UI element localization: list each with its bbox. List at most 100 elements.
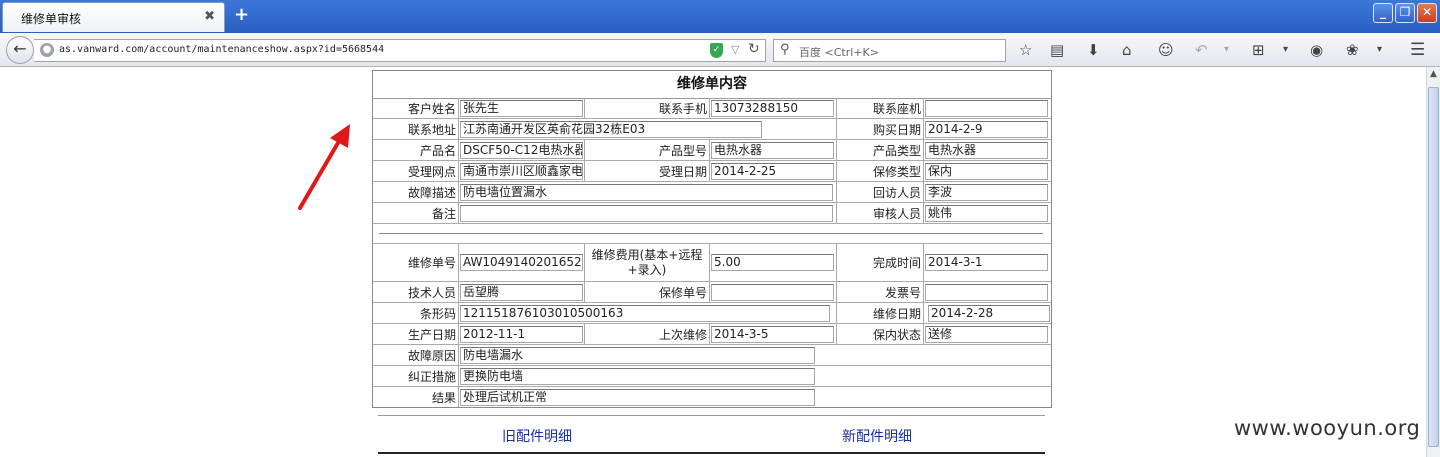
- cell: 李波: [924, 182, 1051, 202]
- cell: [459, 203, 837, 223]
- crop-icon[interactable]: ⊞: [1252, 41, 1265, 59]
- new-parts-link[interactable]: 新配件明细: [842, 426, 912, 446]
- watermark: www.wooyun.org: [1234, 416, 1421, 440]
- cell: 2014-2-9: [924, 119, 1051, 139]
- warranty-type-field[interactable]: 保内: [925, 163, 1048, 180]
- search-box[interactable]: ⚲ 百度 <Ctrl+K>: [773, 39, 1006, 62]
- fault-desc-field[interactable]: 防电墙位置漏水: [460, 184, 833, 201]
- minimize-button[interactable]: _: [1373, 3, 1393, 23]
- url-dropdown-icon[interactable]: ▽: [731, 43, 739, 56]
- label-accept-date: 受理日期: [585, 161, 710, 181]
- bookmarks-list-icon[interactable]: ▤: [1050, 41, 1064, 59]
- form-title: 维修单内容: [373, 71, 1051, 99]
- cell: 2014-3-1: [924, 244, 1051, 281]
- shield-icon[interactable]: ✓: [710, 43, 723, 58]
- form-row: 生产日期 2012-11-1 上次维修 2014-3-5 保内状态 送修: [373, 324, 1051, 345]
- close-window-button[interactable]: ✕: [1417, 3, 1437, 23]
- cell: 防电墙漏水: [459, 345, 1051, 365]
- label-warranty-no: 保修单号: [585, 282, 710, 302]
- label-warranty-status: 保内状态: [837, 324, 924, 344]
- barcode-field[interactable]: 121151876103010500163: [460, 305, 830, 322]
- scroll-thumb[interactable]: [1428, 87, 1439, 447]
- url-text[interactable]: as.vanward.com/account/maintenanceshow.a…: [59, 44, 384, 55]
- cell: 更换防电墙: [459, 366, 1051, 386]
- cell: DSCF50-C12电热水器: [459, 140, 585, 160]
- result-field[interactable]: 处理后试机正常: [460, 389, 815, 406]
- cell: [710, 282, 837, 302]
- browser-tab[interactable]: 维修单审核 ✖: [2, 2, 225, 32]
- new-tab-button[interactable]: +: [234, 5, 249, 25]
- warranty-status-field[interactable]: 送修: [925, 326, 1048, 343]
- auditor-field[interactable]: 姚伟: [925, 205, 1048, 222]
- undo-icon[interactable]: ↶: [1195, 41, 1208, 59]
- remarks-field[interactable]: [460, 205, 833, 222]
- divider: [378, 452, 1045, 454]
- finish-time-field[interactable]: 2014-3-1: [925, 254, 1048, 271]
- invoice-no-field[interactable]: [925, 284, 1048, 301]
- production-date-field[interactable]: 2012-11-1: [460, 326, 583, 343]
- globe-icon: ●: [40, 43, 54, 57]
- maximize-button[interactable]: ❐: [1395, 3, 1415, 23]
- cell: 防电墙位置漏水: [459, 182, 837, 202]
- old-parts-link[interactable]: 旧配件明细: [502, 426, 572, 446]
- label-fault-desc: 故障描述: [373, 182, 459, 202]
- repair-date-field[interactable]: 2014-2-28: [928, 305, 1050, 322]
- repair-no-field[interactable]: AW1049140201652: [460, 254, 583, 271]
- label-repair-no: 维修单号: [373, 244, 459, 281]
- form-row: 结果 处理后试机正常: [373, 387, 1051, 407]
- form-row: 受理网点 南通市崇川区顺鑫家电 受理日期 2014-2-25 保修类型 保内: [373, 161, 1051, 182]
- product-type-field[interactable]: 电热水器: [925, 142, 1048, 159]
- label-repair-fee: 维修费用(基本+远程+录入): [585, 244, 710, 281]
- cell: [924, 98, 1051, 118]
- chat-icon[interactable]: ◉: [1310, 41, 1323, 59]
- tab-close-icon[interactable]: ✖: [204, 9, 215, 24]
- product-model-field[interactable]: 电热水器: [711, 142, 834, 159]
- menu-icon[interactable]: ☰: [1410, 41, 1425, 59]
- undo-dropdown-icon[interactable]: ▾: [1224, 41, 1229, 59]
- cell: 岳望腾: [459, 282, 585, 302]
- service-point-field[interactable]: 南通市崇川区顺鑫家电: [460, 163, 583, 180]
- form-row: 故障原因 防电墙漏水: [373, 345, 1051, 366]
- form-row: 备注 审核人员 姚伟: [373, 203, 1051, 224]
- cell: 处理后试机正常: [459, 387, 1051, 407]
- repair-fee-field[interactable]: 5.00: [711, 254, 834, 271]
- scroll-up-icon[interactable]: ▲: [1428, 69, 1439, 81]
- label-product-type: 产品类型: [837, 140, 924, 160]
- back-button[interactable]: ←: [6, 36, 34, 64]
- last-repair-field[interactable]: 2014-3-5: [711, 326, 834, 343]
- addon-dropdown-icon[interactable]: ▾: [1377, 41, 1382, 59]
- cell: 2012-11-1: [459, 324, 585, 344]
- addon-icon[interactable]: ❀: [1346, 41, 1359, 59]
- cell: 电热水器: [710, 140, 837, 160]
- label-auditor: 审核人员: [837, 203, 924, 223]
- form-row: 故障描述 防电墙位置漏水 回访人员 李波: [373, 182, 1051, 203]
- cell: AW1049140201652: [459, 244, 585, 281]
- address-field[interactable]: 江苏南通开发区英俞花园32栋E03: [460, 121, 762, 138]
- accept-date-field[interactable]: 2014-2-25: [711, 163, 834, 180]
- return-visitor-field[interactable]: 李波: [925, 184, 1048, 201]
- divider: [378, 415, 1045, 416]
- technician-field[interactable]: 岳望腾: [460, 284, 583, 301]
- label-remarks: 备注: [373, 203, 459, 223]
- fault-cause-field[interactable]: 防电墙漏水: [460, 347, 815, 364]
- cell: 南通市崇川区顺鑫家电: [459, 161, 585, 181]
- search-input[interactable]: 百度 <Ctrl+K>: [799, 44, 879, 60]
- product-name-field[interactable]: DSCF50-C12电热水器: [460, 142, 583, 159]
- vertical-scrollbar[interactable]: ▲: [1426, 67, 1440, 457]
- warranty-no-field[interactable]: [711, 284, 834, 301]
- reload-icon[interactable]: ↻: [748, 41, 760, 57]
- mobile-field[interactable]: 13073288150: [711, 100, 834, 117]
- form-row: 条形码 121151876103010500163 维修日期 2014-2-28: [373, 303, 1051, 324]
- address-bar[interactable]: ● as.vanward.com/account/maintenanceshow…: [34, 39, 766, 62]
- window-title-bar: 维修单审核 ✖ + _ ❐ ✕: [0, 0, 1440, 33]
- smiley-icon[interactable]: ☺: [1158, 41, 1174, 59]
- bookmark-star-icon[interactable]: ☆: [1019, 41, 1032, 59]
- label-production-date: 生产日期: [373, 324, 459, 344]
- crop-dropdown-icon[interactable]: ▾: [1283, 41, 1288, 59]
- download-icon[interactable]: ⬇: [1087, 41, 1100, 59]
- corrective-action-field[interactable]: 更换防电墙: [460, 368, 815, 385]
- home-icon[interactable]: ⌂: [1122, 41, 1132, 59]
- customer-name-field[interactable]: 张先生: [460, 100, 583, 117]
- landline-field[interactable]: [925, 100, 1048, 117]
- purchase-date-field[interactable]: 2014-2-9: [925, 121, 1048, 138]
